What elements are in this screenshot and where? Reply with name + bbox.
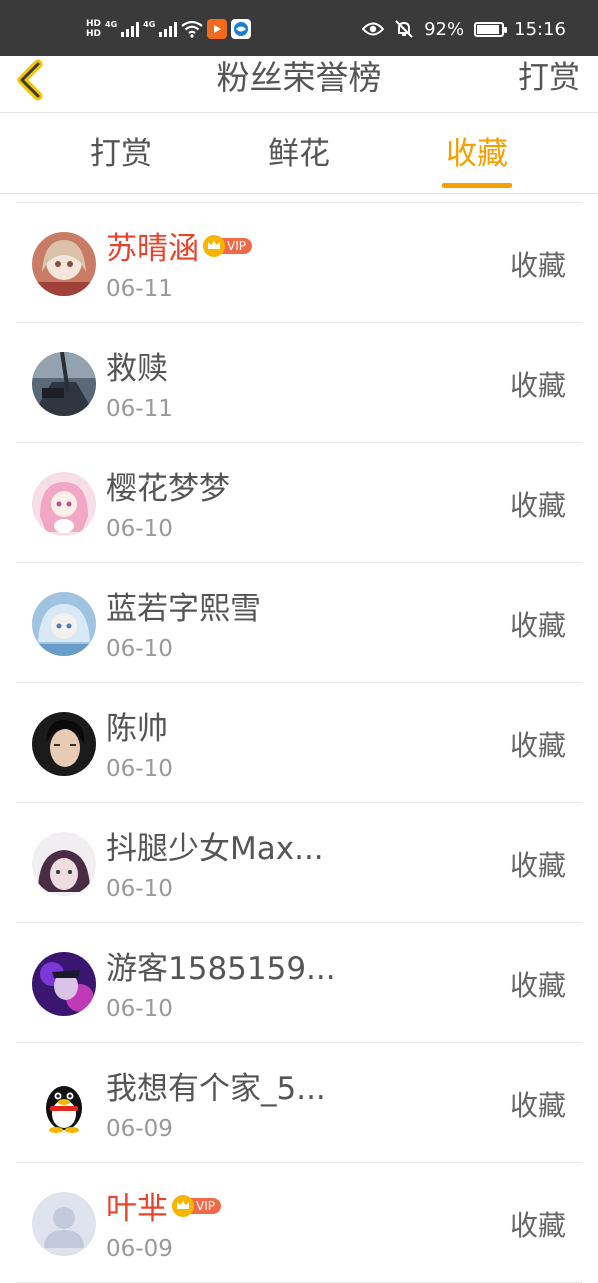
user-name-text: 抖腿少女Max...: [106, 831, 324, 867]
user-name-text: 游客1585159...: [106, 951, 336, 987]
favorite-date: 06-11: [106, 396, 173, 422]
active-tab-indicator: [442, 183, 512, 188]
list-item[interactable]: 蓝若字熙雪 06-10 收藏: [16, 563, 582, 683]
user-name[interactable]: 我想有个家_5...: [106, 1063, 326, 1108]
vip-badge: VIP: [172, 1194, 221, 1217]
user-name-text: 救赎: [106, 351, 168, 387]
list-item[interactable]: 抖腿少女Max... 06-10 收藏: [16, 803, 582, 923]
reward-button[interactable]: 打赏: [518, 56, 580, 100]
user-name-text: 陈帅: [106, 711, 168, 747]
action-label: 收藏: [509, 489, 566, 522]
action-label: 收藏: [509, 249, 566, 282]
favorite-date: 06-10: [106, 756, 173, 782]
eye-icon: [362, 22, 385, 36]
user-name-text: 蓝若字熙雪: [106, 591, 261, 627]
user-name-text: 我想有个家_5...: [106, 1071, 326, 1107]
qq-penguin-avatar[interactable]: [32, 1072, 96, 1136]
action-label: 收藏: [509, 1089, 566, 1122]
list-item[interactable]: 叶芈 VIP 06-09 收藏: [16, 1163, 582, 1283]
status-right: 92% 15:16: [362, 14, 566, 44]
status-bar: HD HD 4G 4G 92% 15:16: [0, 0, 598, 56]
favorite-date: 06-10: [106, 996, 173, 1022]
list-item[interactable]: 救赎 06-11 收藏: [16, 323, 582, 443]
anime-girl-avatar[interactable]: [32, 232, 96, 296]
clock: 15:16: [514, 18, 566, 40]
fan-list: 苏晴涵 VIP 06-11 收藏 救赎 06-11 收藏 樱花梦梦 06-10 收藏 蓝若字熙雪 06…: [0, 202, 598, 1283]
user-name-text: 樱花梦梦: [106, 471, 230, 507]
user-name[interactable]: 游客1585159...: [106, 943, 336, 988]
video-app-icon: [207, 19, 228, 39]
list-item[interactable]: 我想有个家_5... 06-09 收藏: [16, 1043, 582, 1163]
user-name[interactable]: 抖腿少女Max...: [106, 823, 324, 868]
default-user-avatar[interactable]: [32, 1192, 96, 1256]
action-label: 收藏: [509, 369, 566, 402]
page-title: 粉丝荣誉榜: [216, 58, 382, 97]
list-item[interactable]: 樱花梦梦 06-10 收藏: [16, 443, 582, 563]
list-item[interactable]: 陈帅 06-10 收藏: [16, 683, 582, 803]
favorite-date: 06-11: [106, 276, 173, 302]
signal-icon: [159, 21, 178, 37]
network-label-2: 4G: [143, 19, 156, 29]
favorite-date: 06-10: [106, 876, 173, 902]
favorite-date: 06-09: [106, 1116, 173, 1142]
hd-label-2: HD: [86, 29, 102, 39]
crown-icon: [172, 1194, 194, 1217]
battery-icon: [474, 21, 508, 37]
favorite-date: 06-09: [106, 1236, 173, 1262]
action-label: 收藏: [509, 1209, 566, 1242]
wifi-icon: [181, 20, 203, 38]
boy-photo-avatar[interactable]: [32, 712, 96, 776]
street-photo-avatar[interactable]: [32, 352, 96, 416]
action-label: 收藏: [509, 969, 566, 1002]
list-item[interactable]: 游客1585159... 06-10 收藏: [16, 923, 582, 1043]
mute-bell-icon: [395, 20, 413, 38]
user-name[interactable]: 苏晴涵 VIP: [106, 223, 252, 268]
action-label: 收藏: [509, 729, 566, 762]
user-name-text: 叶芈: [106, 1191, 168, 1227]
status-left: HD HD 4G 4G: [86, 14, 252, 44]
hd-indicator: HD HD: [86, 19, 101, 39]
signal-icon: [121, 21, 140, 37]
favorite-date: 06-10: [106, 516, 173, 542]
tab-favorites[interactable]: 收藏: [417, 113, 537, 193]
vip-badge: VIP: [203, 234, 252, 257]
tab-bar: 打赏 鲜花 收藏: [0, 113, 598, 194]
top-bar: 粉丝荣誉榜 打赏: [0, 56, 598, 113]
action-label: 收藏: [509, 849, 566, 882]
user-name[interactable]: 蓝若字熙雪: [106, 583, 261, 628]
girl-photo-avatar[interactable]: [32, 832, 96, 896]
favorite-date: 06-10: [106, 636, 173, 662]
crown-icon: [203, 234, 225, 257]
purple-photo-avatar[interactable]: [32, 952, 96, 1016]
network-label-1: 4G: [105, 19, 118, 29]
hd-label-1: HD: [86, 19, 102, 29]
list-item[interactable]: 苏晴涵 VIP 06-11 收藏: [16, 202, 582, 323]
user-name[interactable]: 樱花梦梦: [106, 463, 230, 508]
blue-anime-avatar[interactable]: [32, 592, 96, 656]
tab-flowers[interactable]: 鲜花: [239, 113, 359, 193]
action-label: 收藏: [509, 609, 566, 642]
user-name[interactable]: 叶芈 VIP: [106, 1183, 221, 1228]
battery-percent: 92%: [424, 18, 465, 40]
user-name-text: 苏晴涵: [106, 231, 199, 267]
user-name[interactable]: 陈帅: [106, 703, 168, 748]
tab-reward[interactable]: 打赏: [61, 113, 181, 193]
pink-anime-avatar[interactable]: [32, 472, 96, 536]
browser-app-icon: [231, 19, 252, 39]
user-name[interactable]: 救赎: [106, 343, 168, 388]
